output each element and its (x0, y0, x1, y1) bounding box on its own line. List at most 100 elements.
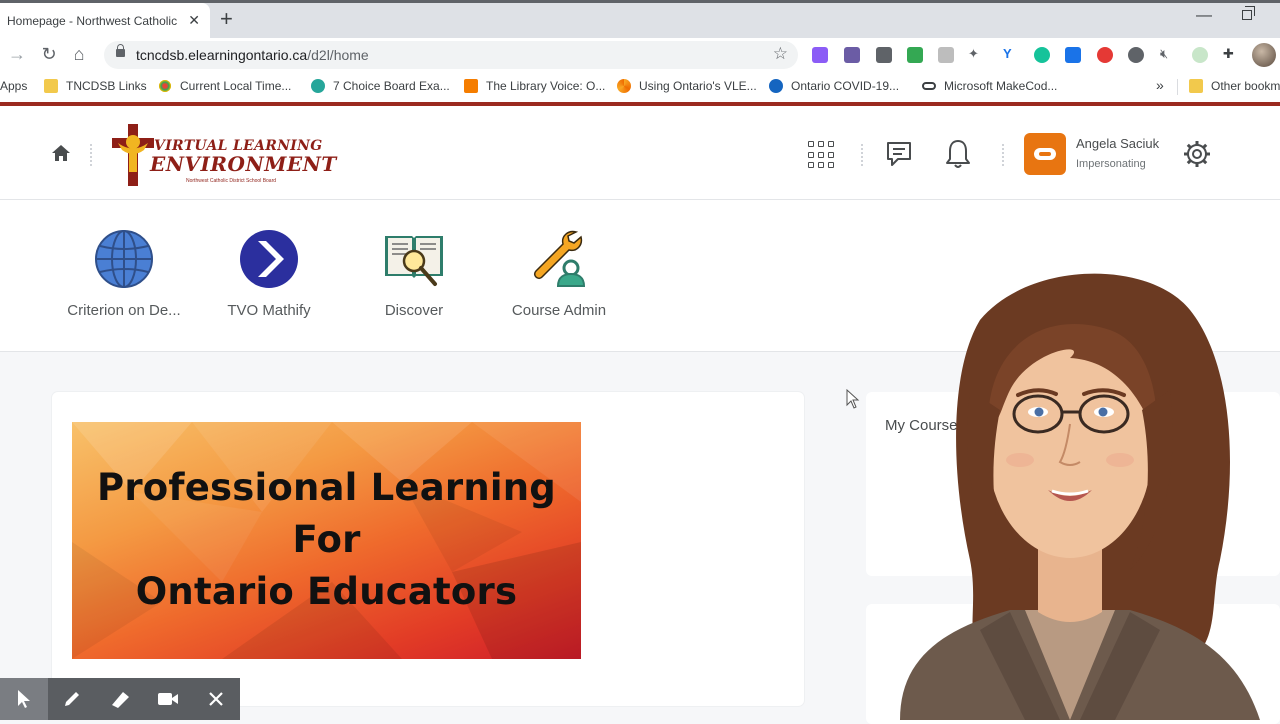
folder-icon (44, 79, 58, 93)
camera-tool-button[interactable] (144, 678, 192, 720)
restore-window-icon[interactable] (1242, 6, 1255, 20)
green-extension-icon[interactable] (907, 47, 923, 63)
bookmark-other[interactable]: Other bookm (1189, 79, 1280, 93)
reload-icon[interactable]: ↻ (38, 43, 60, 65)
address-bar[interactable]: tcncdsb.elearningontario.ca/d2l/home ☆ (104, 41, 798, 69)
nav-item-label: Course Admin (511, 302, 607, 319)
gray-extension-icon[interactable] (938, 47, 954, 63)
book-magnifier-icon (385, 236, 443, 286)
waffle-grid-icon[interactable] (808, 141, 836, 169)
bookmark-makecode[interactable]: Microsoft MakeCod... (922, 79, 1057, 93)
bookmark-label: Microsoft MakeCod... (944, 79, 1058, 93)
green-circle-extension-icon[interactable] (1192, 47, 1208, 63)
bookmark-tncdsb-links[interactable]: TNCDSB Links (44, 79, 147, 93)
nav-item-label: TVO Mathify (227, 302, 311, 319)
link-icon (922, 82, 936, 90)
message-alerts-icon[interactable] (884, 140, 914, 170)
profile-avatar[interactable] (1252, 43, 1276, 67)
mathify-chevron-icon (240, 230, 298, 288)
bird-extension-icon[interactable]: ✦ (968, 46, 979, 62)
banner-line1: Professional Learning (97, 466, 556, 509)
nav-item-tvo-mathify[interactable]: TVO Mathify (199, 228, 339, 319)
bookmark-label: Current Local Time... (180, 79, 292, 93)
meter-extension-icon[interactable] (1128, 47, 1144, 63)
nav-item-course-admin[interactable]: Course Admin (489, 228, 629, 319)
presenter-avatar (900, 273, 1260, 720)
bookmark-label: Other bookm (1211, 79, 1280, 93)
nav-item-criterion[interactable]: Criterion on De... (54, 228, 194, 319)
home-button-icon[interactable]: ⌂ (68, 43, 90, 65)
new-tab-button[interactable]: + (220, 8, 233, 30)
close-icon (209, 692, 223, 706)
puzzle-extensions-icon[interactable]: ✚ (1223, 46, 1234, 62)
banner-line2: For (292, 518, 361, 561)
close-toolbar-button[interactable] (192, 678, 240, 720)
blogger-icon (464, 79, 478, 93)
wrench-person-icon (533, 230, 586, 287)
professional-learning-banner[interactable]: Professional Learning For Ontario Educat… (72, 422, 581, 659)
vle-logo[interactable]: VIRTUAL LEARNING ENVIRONMENT Northwest C… (110, 124, 336, 186)
pen-tool-button[interactable] (48, 678, 96, 720)
banner-text: Professional Learning For Ontario Educat… (72, 462, 581, 618)
browser-toolbar: → ↻ ⌂ tcncdsb.elearningontario.ca/d2l/ho… (0, 38, 1280, 72)
bookmark-current-local-time[interactable]: Current Local Time... (158, 79, 291, 93)
tab-close-icon[interactable]: ✕ (188, 12, 200, 29)
pdf-extension-icon[interactable] (844, 47, 860, 63)
record-extension-icon[interactable] (1097, 47, 1113, 63)
bookmark-label: Ontario COVID-19... (791, 79, 900, 93)
user-name[interactable]: Angela Saciuk (1076, 136, 1159, 151)
url-host: tcncdsb.elearningontario.ca (136, 47, 308, 63)
banner-line3: Ontario Educators (135, 570, 518, 613)
highlighter-tool-button[interactable] (96, 678, 144, 720)
bookmark-choice-board[interactable]: 7 Choice Board Exa... (311, 79, 450, 93)
home-icon[interactable] (51, 144, 71, 162)
user-role: Impersonating (1076, 158, 1146, 170)
lock-icon (116, 44, 125, 57)
announcement-widget: Professional Learning For Ontario Educat… (52, 392, 804, 706)
bookmark-ontario-covid[interactable]: Ontario COVID-19... (769, 79, 899, 93)
bookmarks-overflow-icon[interactable]: » (1156, 77, 1164, 93)
bookmark-label: TNCDSB Links (66, 79, 147, 93)
pencil-icon (65, 692, 79, 706)
pin-extension-icon[interactable] (876, 47, 892, 63)
bookmarks-divider (1177, 79, 1178, 95)
bookmark-label: The Library Voice: O... (486, 79, 606, 93)
back-arrow-icon[interactable]: → (6, 43, 28, 65)
header-divider (1002, 144, 1004, 166)
y-extension-icon[interactable]: Y (1003, 46, 1012, 61)
extension-icon[interactable] (812, 47, 828, 63)
bookmark-label: Using Ontario's VLE... (639, 79, 757, 93)
annotation-toolbar (0, 678, 240, 720)
browser-tab-active[interactable]: Homepage - Northwest Catholic ✕ (0, 3, 210, 38)
grammarly-icon[interactable] (1034, 47, 1050, 63)
highlighter-icon (112, 692, 129, 708)
browser-tab-title: Homepage - Northwest Catholic (7, 13, 178, 28)
bell-icon[interactable] (944, 138, 972, 170)
mute-icon[interactable]: 🔇︎ (1160, 46, 1168, 62)
globe-icon (95, 230, 153, 288)
d2l-header: VIRTUAL LEARNING ENVIRONMENT Northwest C… (0, 106, 1280, 200)
screencastify-icon[interactable] (1065, 47, 1081, 63)
address-url[interactable]: tcncdsb.elearningontario.ca/d2l/home (136, 47, 369, 63)
bookmark-library-voice[interactable]: The Library Voice: O... (464, 79, 605, 93)
nav-item-discover[interactable]: Discover (344, 228, 484, 319)
bookmark-ontario-vle[interactable]: Using Ontario's VLE... (617, 79, 757, 93)
bookmark-star-icon[interactable]: ☆ (773, 44, 788, 64)
dots-icon (158, 79, 172, 93)
video-camera-icon (158, 693, 178, 705)
header-divider (861, 144, 863, 166)
pho-icon (769, 79, 783, 93)
logo-line2: ENVIRONMENT (150, 152, 337, 176)
minimize-window-icon[interactable]: — (1196, 7, 1212, 25)
url-path: /d2l/home (307, 47, 369, 63)
bookmark-apps[interactable]: Apps (0, 79, 27, 93)
pointer-arrow-icon (18, 690, 30, 708)
pointer-tool-button[interactable] (0, 678, 48, 720)
bookmark-label: 7 Choice Board Exa... (333, 79, 450, 93)
browser-tabstrip: Homepage - Northwest Catholic ✕ + — (0, 0, 1280, 38)
user-avatar[interactable] (1024, 133, 1066, 175)
nav-item-label: Criterion on De... (67, 302, 181, 319)
gear-icon[interactable] (1182, 139, 1212, 169)
pinwheel-icon (617, 79, 631, 93)
bookmarks-bar: Apps TNCDSB Links Current Local Time... … (0, 72, 1280, 102)
